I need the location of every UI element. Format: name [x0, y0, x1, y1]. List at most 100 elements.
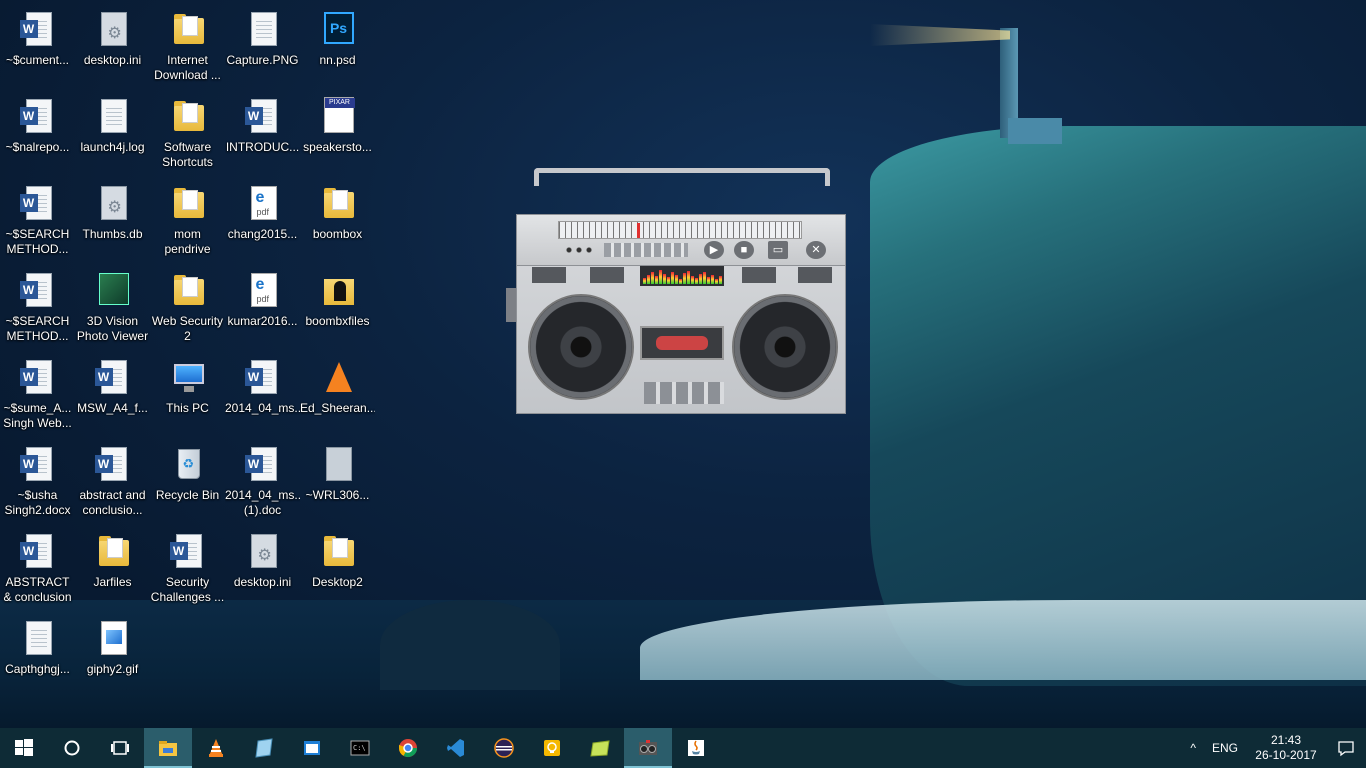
eclipse-button[interactable]	[480, 728, 528, 768]
meter-bar	[675, 275, 678, 284]
desktop-icon[interactable]: W 2014_04_ms...	[225, 352, 300, 434]
meter-bar	[695, 278, 698, 284]
close-button[interactable]: ✕	[806, 241, 826, 259]
desktop-icon[interactable]: W ~$SEARCH METHOD...	[0, 265, 75, 347]
gear-file-icon	[95, 184, 131, 224]
stop-button[interactable]: ■	[734, 241, 754, 259]
deck-keys[interactable]	[644, 382, 724, 404]
desktop-icon[interactable]: Thumbs.db	[75, 178, 150, 260]
meter-bar	[671, 272, 674, 284]
desktop-icon[interactable]: ~WRL306...	[300, 439, 375, 521]
folder-file-icon	[170, 10, 206, 50]
tuner-dial[interactable]	[558, 221, 802, 239]
preset-keys[interactable]	[604, 243, 688, 257]
cortana-circle-icon	[64, 740, 80, 756]
desktop-icon[interactable]: desktop.ini	[225, 526, 300, 608]
start-button[interactable]	[0, 728, 48, 768]
desktop-icon[interactable]: desktop.ini	[75, 4, 150, 86]
desktop-icon[interactable]: W MSW_A4_f...	[75, 352, 150, 434]
action-center-button[interactable]	[1326, 728, 1366, 768]
desktop-icon[interactable]: boombox	[300, 178, 375, 260]
tuner-needle	[637, 223, 640, 238]
desktop-icon-label: 2014_04_ms...	[225, 401, 300, 415]
desktop-icon[interactable]: Wabstract and conclusio...	[75, 439, 150, 521]
folder-file-icon	[320, 532, 356, 572]
desktop-icon-label: Recycle Bin	[155, 488, 220, 502]
level-meter	[640, 266, 724, 286]
word-file-icon: W	[244, 445, 281, 485]
play-button[interactable]: ▶	[704, 241, 724, 259]
desktop-icon[interactable]: e pdf chang2015...	[225, 178, 300, 260]
word-file-icon: W	[19, 10, 56, 50]
search-button[interactable]	[48, 728, 96, 768]
desktop-icon[interactable]: Capthghgj...	[0, 613, 75, 695]
desktop-icon[interactable]: mom pendrive	[150, 178, 225, 260]
cassette-deck[interactable]	[640, 326, 724, 360]
desktop-icon[interactable]: giphy2.gif	[75, 613, 150, 695]
island-background	[380, 600, 560, 690]
windows-logo-icon	[15, 739, 33, 756]
notes-button[interactable]	[240, 728, 288, 768]
boombox-player[interactable]: ▶ ■ ▭ ✕	[506, 168, 848, 416]
desktop-icon[interactable]: W ~$SEARCH METHOD...	[0, 178, 75, 260]
sticky-button[interactable]	[576, 728, 624, 768]
desktop-icon[interactable]: Software Shortcuts	[150, 91, 225, 173]
boombox-handle[interactable]	[534, 168, 830, 186]
desktop-icon[interactable]: W ~$usha Singh2.docx	[0, 439, 75, 521]
java-icon	[688, 740, 704, 756]
text-file-icon	[95, 97, 131, 137]
desktop[interactable]: W ~$cument... desktop.ini Internet Download…	[0, 0, 1366, 728]
meter-bar	[687, 271, 690, 284]
vscode-button[interactable]	[432, 728, 480, 768]
eclipse-icon	[494, 738, 514, 758]
desktop-icon[interactable]: Internet Download ...	[150, 4, 225, 86]
desktop-icon[interactable]: e pdf kumar2016...	[225, 265, 300, 347]
desktop-icon[interactable]: Jarfiles	[75, 526, 150, 608]
file-explorer-button[interactable]	[144, 728, 192, 768]
boombox-app-button[interactable]	[624, 728, 672, 768]
desktop-icon[interactable]: Ed_Sheeran...	[300, 352, 375, 434]
desktop-icon[interactable]: W ~$sume_A... Singh Web...	[0, 352, 75, 434]
desktop-icon[interactable]: This PC	[150, 352, 225, 434]
meter-bar	[703, 272, 706, 284]
lighthouse-beam-background	[870, 24, 1010, 46]
desktop-icon[interactable]: W 2014_04_ms... (1).doc	[225, 439, 300, 521]
chrome-button[interactable]	[384, 728, 432, 768]
clock[interactable]: 21:43 26-10-2017	[1246, 733, 1326, 763]
desktop-icon-label: Jarfiles	[93, 575, 132, 589]
image-doc-file-icon	[20, 619, 56, 659]
cmd-button[interactable]: C:\	[336, 728, 384, 768]
desktop-icon[interactable]: PIXAR speakersto...	[300, 91, 375, 173]
system-tray: ^ ENG 21:43 26-10-2017	[1182, 728, 1366, 768]
desktop-icon[interactable]: launch4j.log	[75, 91, 150, 173]
show-hidden-icons-chevron[interactable]: ^	[1182, 741, 1204, 755]
desktop-icon[interactable]: W INTRODUC...	[225, 91, 300, 173]
desktop-icon-label: abstract and conclusio...	[79, 488, 146, 517]
gear-file-icon	[95, 10, 131, 50]
desktop-icon[interactable]: W Security Challenges ...	[150, 526, 225, 608]
open-folder-button[interactable]: ▭	[768, 241, 788, 259]
java-button[interactable]	[672, 728, 720, 768]
desktop-icon[interactable]: 3D Vision Photo Viewer	[75, 265, 150, 347]
word-file-icon: W	[19, 445, 56, 485]
tips-button[interactable]	[528, 728, 576, 768]
desktop-icon[interactable]: Desktop2	[300, 526, 375, 608]
language-indicator[interactable]: ENG	[1204, 741, 1246, 755]
desktop-icon[interactable]: W ~$nalrepo...	[0, 91, 75, 173]
meter-bar	[679, 279, 682, 284]
desktop-icon[interactable]: Web Security 2	[150, 265, 225, 347]
desktop-icon[interactable]: Recycle Bin	[150, 439, 225, 521]
vlc-file-icon	[320, 358, 356, 398]
media-button[interactable]	[288, 728, 336, 768]
desktop-icon[interactable]: W ~$cument...	[0, 4, 75, 86]
vlc-button[interactable]	[192, 728, 240, 768]
desktop-icon[interactable]: Ps nn.psd	[300, 4, 375, 86]
left-speaker	[528, 294, 634, 400]
desktop-icon[interactable]: W ABSTRACT & conclusion ...	[0, 526, 75, 608]
desktop-icon[interactable]: Capture.PNG	[225, 4, 300, 86]
task-view-button[interactable]	[96, 728, 144, 768]
desktop-icon-label: speakersto...	[303, 140, 372, 154]
desktop-icon[interactable]: boombxfiles	[300, 265, 375, 347]
pixar-file-icon: PIXAR	[320, 97, 356, 137]
desktop-icon-label: ABSTRACT & conclusion ...	[3, 575, 72, 604]
